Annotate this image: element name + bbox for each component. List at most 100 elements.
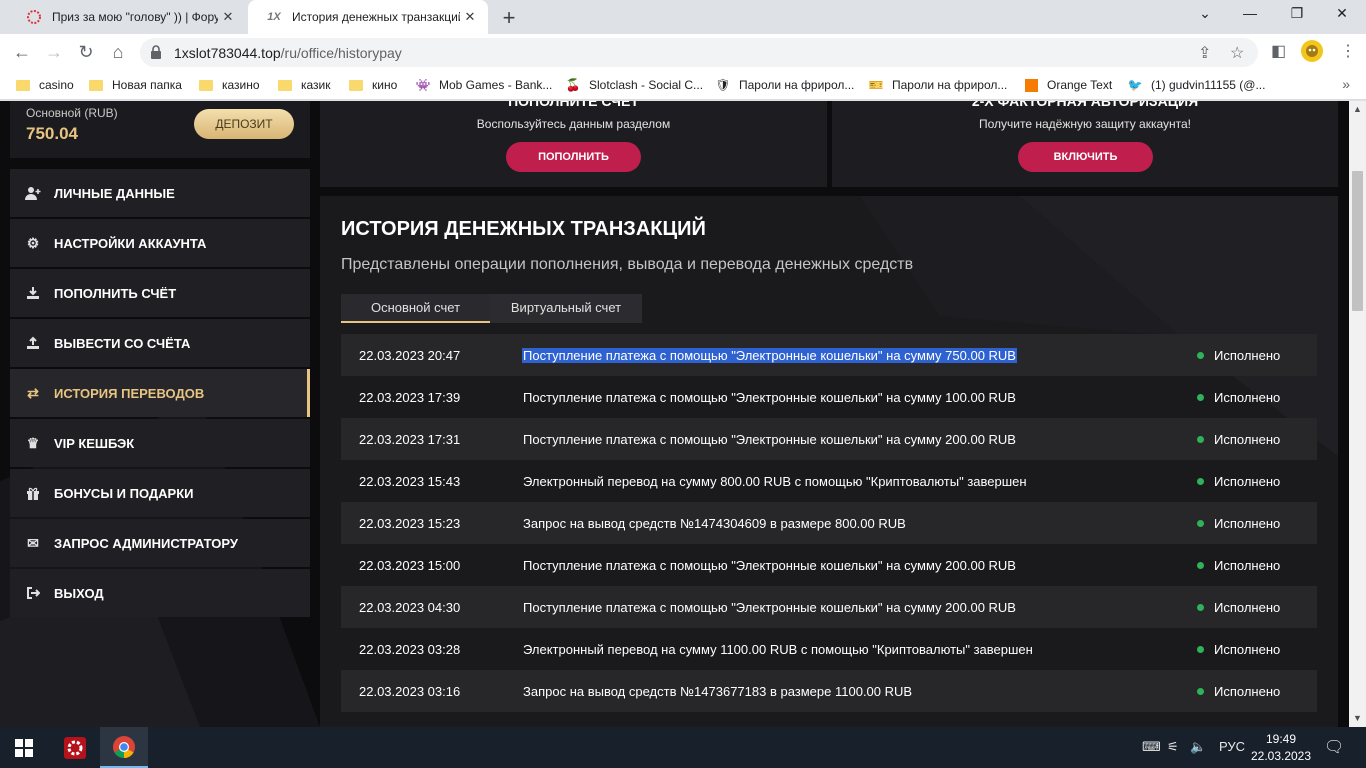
balance-box: Основной (RUB) 750.04 ДЕПОЗИТ [10,101,310,158]
transaction-row[interactable]: 22.03.2023 03:28 Электронный перевод на … [341,628,1317,670]
transfer-arrows-icon: ⇄ [27,384,39,401]
top-up-button[interactable]: ПОПОЛНИТЬ [506,142,641,172]
1x-favicon-icon: 1X [267,11,281,23]
menu-item-admin-request[interactable]: ✉ ЗАПРОС АДМИНИСТРАТОРУ [10,519,310,567]
status-dot-icon [1197,520,1204,527]
transaction-date: 22.03.2023 15:43 [359,474,461,489]
crown-icon: ♛ [26,434,40,451]
account-tabs: Основной счет Виртуальный счет [341,294,642,323]
share-icon[interactable]: ⇪ [1198,43,1211,63]
network-tray-icon[interactable]: ⚟ [1167,739,1179,755]
notifications-icon[interactable]: 🗨 [1324,737,1344,757]
restore-icon[interactable]: ❐ [1285,5,1309,22]
chrome-taskbar-icon[interactable] [100,727,148,768]
menu-item-withdraw[interactable]: ВЫВЕСТИ СО СЧЁТА [10,319,310,367]
new-tab-button[interactable]: + [498,5,520,31]
menu-item-vip-cashback[interactable]: ♛ VIP КЕШБЭК [10,419,310,467]
windows-start-icon[interactable] [0,727,48,768]
page-scrollbar[interactable]: ▲ ▼ [1349,101,1366,727]
bookmark-twitter[interactable]: 🐦 (1) gudvin11155 (@... [1127,76,1266,94]
twitter-bird-icon: 🐦 [1127,78,1143,92]
close-window-icon[interactable]: ✕ [1330,5,1354,22]
browser-tab-history[interactable]: 1X История денежных транзакций ✕ [248,0,488,34]
volume-tray-icon[interactable]: 🔈 [1190,739,1206,755]
tab-title: История денежных транзакций [292,10,460,24]
bookmark-new-folder[interactable]: Новая папка [89,76,182,94]
transaction-history-panel: ИСТОРИЯ ДЕНЕЖНЫХ ТРАНЗАКЦИЙ Представлены… [320,196,1338,727]
transaction-row[interactable]: 22.03.2023 03:16 Запрос на вывод средств… [341,670,1317,712]
bookmark-star-icon[interactable]: ☆ [1230,43,1244,63]
transaction-status: Исполнено [1197,348,1280,363]
bookmark-passwords-1[interactable]: 🛡 Пароли на фрирол... [715,76,854,94]
transaction-row[interactable]: 22.03.2023 15:43 Электронный перевод на … [341,460,1317,502]
transaction-status: Исполнено [1197,390,1280,405]
bookmark-mob-games[interactable]: 👾 Mob Games - Bank... [415,76,553,94]
forum-favicon-icon [26,9,42,25]
keyboard-tray-icon[interactable]: ⌨ [1142,739,1161,755]
app-red-gear-icon[interactable] [51,727,99,768]
address-bar[interactable]: 1xslot783044.top/ru/office/historypay ⇪ … [140,38,1258,67]
transaction-description: Поступление платежа с помощью "Электронн… [523,390,1016,405]
lock-icon[interactable] [150,45,162,59]
enable-2fa-button[interactable]: ВКЛЮЧИТЬ [1018,142,1153,172]
tab-main-account[interactable]: Основной счет [341,294,490,323]
menu-item-account-settings[interactable]: ⚙ НАСТРОЙКИ АККАУНТА [10,219,310,267]
home-icon[interactable]: ⌂ [106,40,130,64]
account-menu: ЛИЧНЫЕ ДАННЫЕ ⚙ НАСТРОЙКИ АККАУНТА ПОПОЛ… [10,169,310,619]
clock-date: 22.03.2023 [1250,749,1312,763]
close-tab-icon[interactable]: ✕ [218,9,238,25]
tab-search-icon[interactable]: ⌄ [1193,5,1217,22]
url-text: 1xslot783044.top/ru/office/historypay [174,45,402,61]
bookmarks-more-icon[interactable]: » [1342,76,1350,92]
side-panel-icon[interactable]: ◧ [1271,41,1286,61]
profile-avatar[interactable] [1300,39,1324,68]
transaction-date: 22.03.2023 17:39 [359,390,461,405]
menu-item-transfer-history[interactable]: ⇄ ИСТОРИЯ ПЕРЕВОДОВ [10,369,310,417]
card-subtitle: Получите надёжную защиту аккаунта! [978,117,1191,131]
forward-arrow-icon[interactable]: → [42,40,66,64]
bookmark-kazino[interactable]: казино [199,76,260,94]
transaction-date: 22.03.2023 15:23 [359,516,461,531]
transaction-date: 22.03.2023 04:30 [359,600,461,615]
transaction-description: Поступление платежа с помощью "Электронн… [522,348,1017,363]
deposit-card: ПОПОЛНИТЕ СЧЁТ Воспользуйтесь данным раз… [320,101,827,187]
status-dot-icon [1197,604,1204,611]
transaction-row[interactable]: 22.03.2023 17:39 Поступление платежа с п… [341,376,1317,418]
transaction-row[interactable]: 22.03.2023 20:47 Поступление платежа с п… [341,334,1317,376]
close-tab-icon[interactable]: ✕ [460,9,480,25]
scroll-up-arrow-icon[interactable]: ▲ [1352,104,1363,114]
browser-menu-icon[interactable]: ⋮ [1340,41,1356,61]
minimize-icon[interactable]: — [1238,5,1262,21]
bookmark-slotclash[interactable]: 🍒 Slotclash - Social C... [566,76,704,94]
bookmark-casino[interactable]: casino [16,76,74,94]
bookmark-passwords-2[interactable]: 🎫 Пароли на фрирол... [869,76,1008,94]
menu-item-bonuses[interactable]: БОНУСЫ И ПОДАРКИ [10,469,310,517]
transaction-date: 22.03.2023 20:47 [359,348,461,363]
browser-tab-forum[interactable]: Приз за мою "голову" )) | Форум ✕ [8,0,246,34]
bookmark-orange-text[interactable]: Orange Text [1024,76,1112,94]
windows-taskbar: ⌨ ⚟ 🔈 РУС 19:49 22.03.2023 🗨 [0,727,1366,768]
scrollbar-thumb[interactable] [1352,171,1363,311]
menu-item-personal-data[interactable]: ЛИЧНЫЕ ДАННЫЕ [10,169,310,217]
transaction-row[interactable]: 22.03.2023 04:30 Поступление платежа с п… [341,586,1317,628]
folder-icon [89,78,103,92]
taskbar-clock[interactable]: 19:49 22.03.2023 [1245,731,1317,765]
status-dot-icon [1197,394,1204,401]
menu-item-deposit[interactable]: ПОПОЛНИТЬ СЧЁТ [10,269,310,317]
menu-item-logout[interactable]: ВЫХОД [10,569,310,617]
transaction-status: Исполнено [1197,600,1280,615]
tab-virtual-account[interactable]: Виртуальный счет [490,294,642,323]
deposit-button[interactable]: ДЕПОЗИТ [194,109,294,139]
scroll-down-arrow-icon[interactable]: ▼ [1352,713,1363,723]
bookmark-kino[interactable]: кино [349,76,397,94]
transaction-row[interactable]: 22.03.2023 15:00 Поступление платежа с п… [341,544,1317,586]
balance-amount: 750.04 [26,124,78,143]
transaction-row[interactable]: 22.03.2023 17:31 Поступление платежа с п… [341,418,1317,460]
input-language[interactable]: РУС [1219,739,1245,754]
transaction-row[interactable]: 22.03.2023 15:23 Запрос на вывод средств… [341,502,1317,544]
transaction-description: Запрос на вывод средств №1474304609 в ра… [523,516,906,531]
mob-games-icon: 👾 [415,78,431,92]
back-arrow-icon[interactable]: ← [10,40,34,64]
bookmark-kazik[interactable]: казик [278,76,331,94]
reload-icon[interactable]: ↻ [74,40,98,64]
